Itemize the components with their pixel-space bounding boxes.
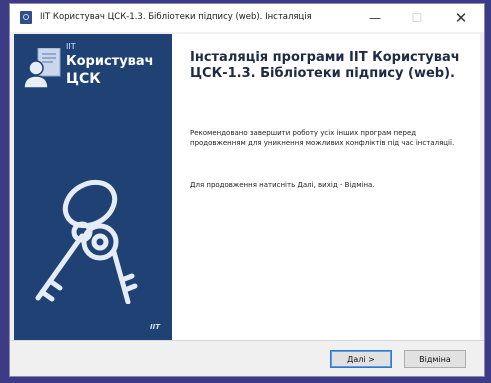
page-title: Інсталяція програми IIT Користувач ЦСК-1… (190, 50, 460, 81)
logo-title-line2: ЦСК (66, 71, 101, 87)
instruction-text: Для продовження натисніть Далі, вихід - … (190, 181, 375, 189)
installer-sidebar: IIT Користувач ЦСК IIT (14, 34, 172, 340)
minimize-button[interactable]: — (354, 4, 396, 32)
recommendation-text: Рекомендовано завершити роботу усіх інши… (190, 129, 455, 147)
user-certificate-icon (24, 48, 61, 88)
next-button[interactable]: Далі > (330, 350, 392, 368)
logo-title-line1: Користувач (66, 54, 154, 69)
footer-divider (10, 340, 484, 341)
app-icon (20, 11, 32, 24)
title-bar[interactable]: IIT Користувач ЦСК-1.3. Бібліотеки підпи… (10, 4, 484, 32)
sidebar-brand-mark: IIT (150, 323, 160, 331)
cancel-button[interactable]: Відміна (404, 350, 466, 368)
maximize-button[interactable]: ☐ (396, 4, 438, 32)
window-title: IIT Користувач ЦСК-1.3. Бібліотеки підпи… (40, 12, 312, 22)
installer-window: IIT Користувач ЦСК-1.3. Бібліотеки підпи… (9, 3, 485, 377)
close-button[interactable]: ✕ (440, 4, 482, 32)
installer-content: Інсталяція програми IIT Користувач ЦСК-1… (172, 34, 480, 340)
logo-brand: IIT (66, 42, 76, 51)
keys-icon (35, 179, 138, 304)
